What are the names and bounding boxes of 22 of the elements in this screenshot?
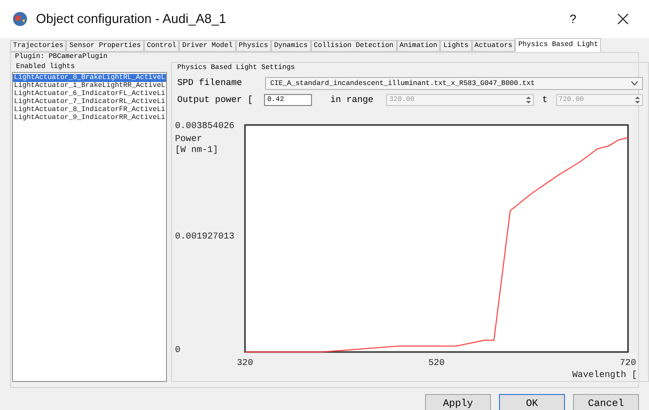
range-label: in range (330, 94, 374, 106)
y-tick-label: 0.001927013 (175, 232, 235, 242)
x-tick-label: 720 (620, 358, 636, 368)
y-tick-label: 0.003854026 (175, 121, 235, 131)
help-button[interactable]: ? (561, 10, 585, 28)
spin-arrows-icon[interactable] (635, 96, 640, 104)
spin-arrows-icon[interactable] (526, 96, 532, 104)
x-tick-label: 320 (237, 358, 254, 368)
spd-label: SPD filename (177, 77, 244, 90)
chevron-down-icon (631, 81, 638, 86)
y-tick-label: 0 (175, 345, 181, 355)
x-tick-label: 520 (428, 358, 445, 368)
dialog-button[interactable]: Apply (425, 394, 491, 410)
dialog-button[interactable]: OK (499, 394, 565, 410)
y-axis-label: Power [W nm-1] (175, 134, 218, 155)
x-axis-label: Wavelength [ (572, 370, 638, 379)
window-title: Object configuration - Audi_A8_1 (36, 10, 226, 28)
globe-icon (12, 11, 28, 27)
range-to-label: t (542, 94, 548, 106)
dialog-button[interactable]: Cancel (573, 394, 639, 410)
power-label: Output power [ (177, 94, 254, 106)
close-icon[interactable] (617, 13, 629, 25)
